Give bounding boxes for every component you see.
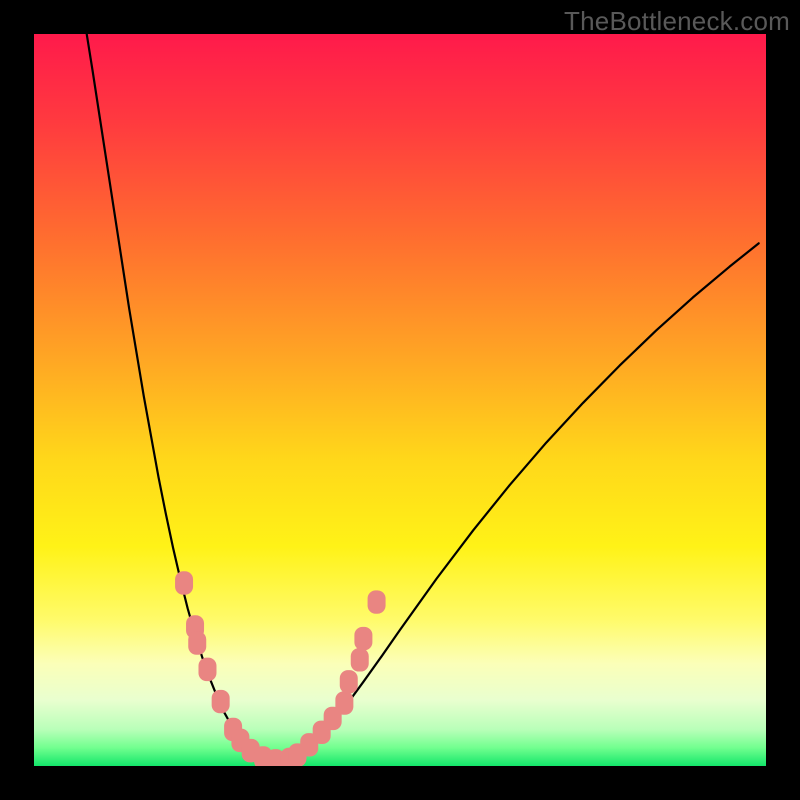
- curve-marker: [198, 658, 216, 681]
- curve-marker: [188, 631, 206, 654]
- curve-marker: [335, 691, 353, 714]
- curve-marker: [340, 670, 358, 693]
- watermark-text: TheBottleneck.com: [564, 6, 790, 37]
- curve-marker: [212, 690, 230, 713]
- curve-marker: [368, 590, 386, 613]
- curve-marker: [351, 648, 369, 671]
- bottleneck-chart: [34, 34, 766, 766]
- curve-marker: [175, 571, 193, 594]
- curve-marker: [354, 627, 372, 650]
